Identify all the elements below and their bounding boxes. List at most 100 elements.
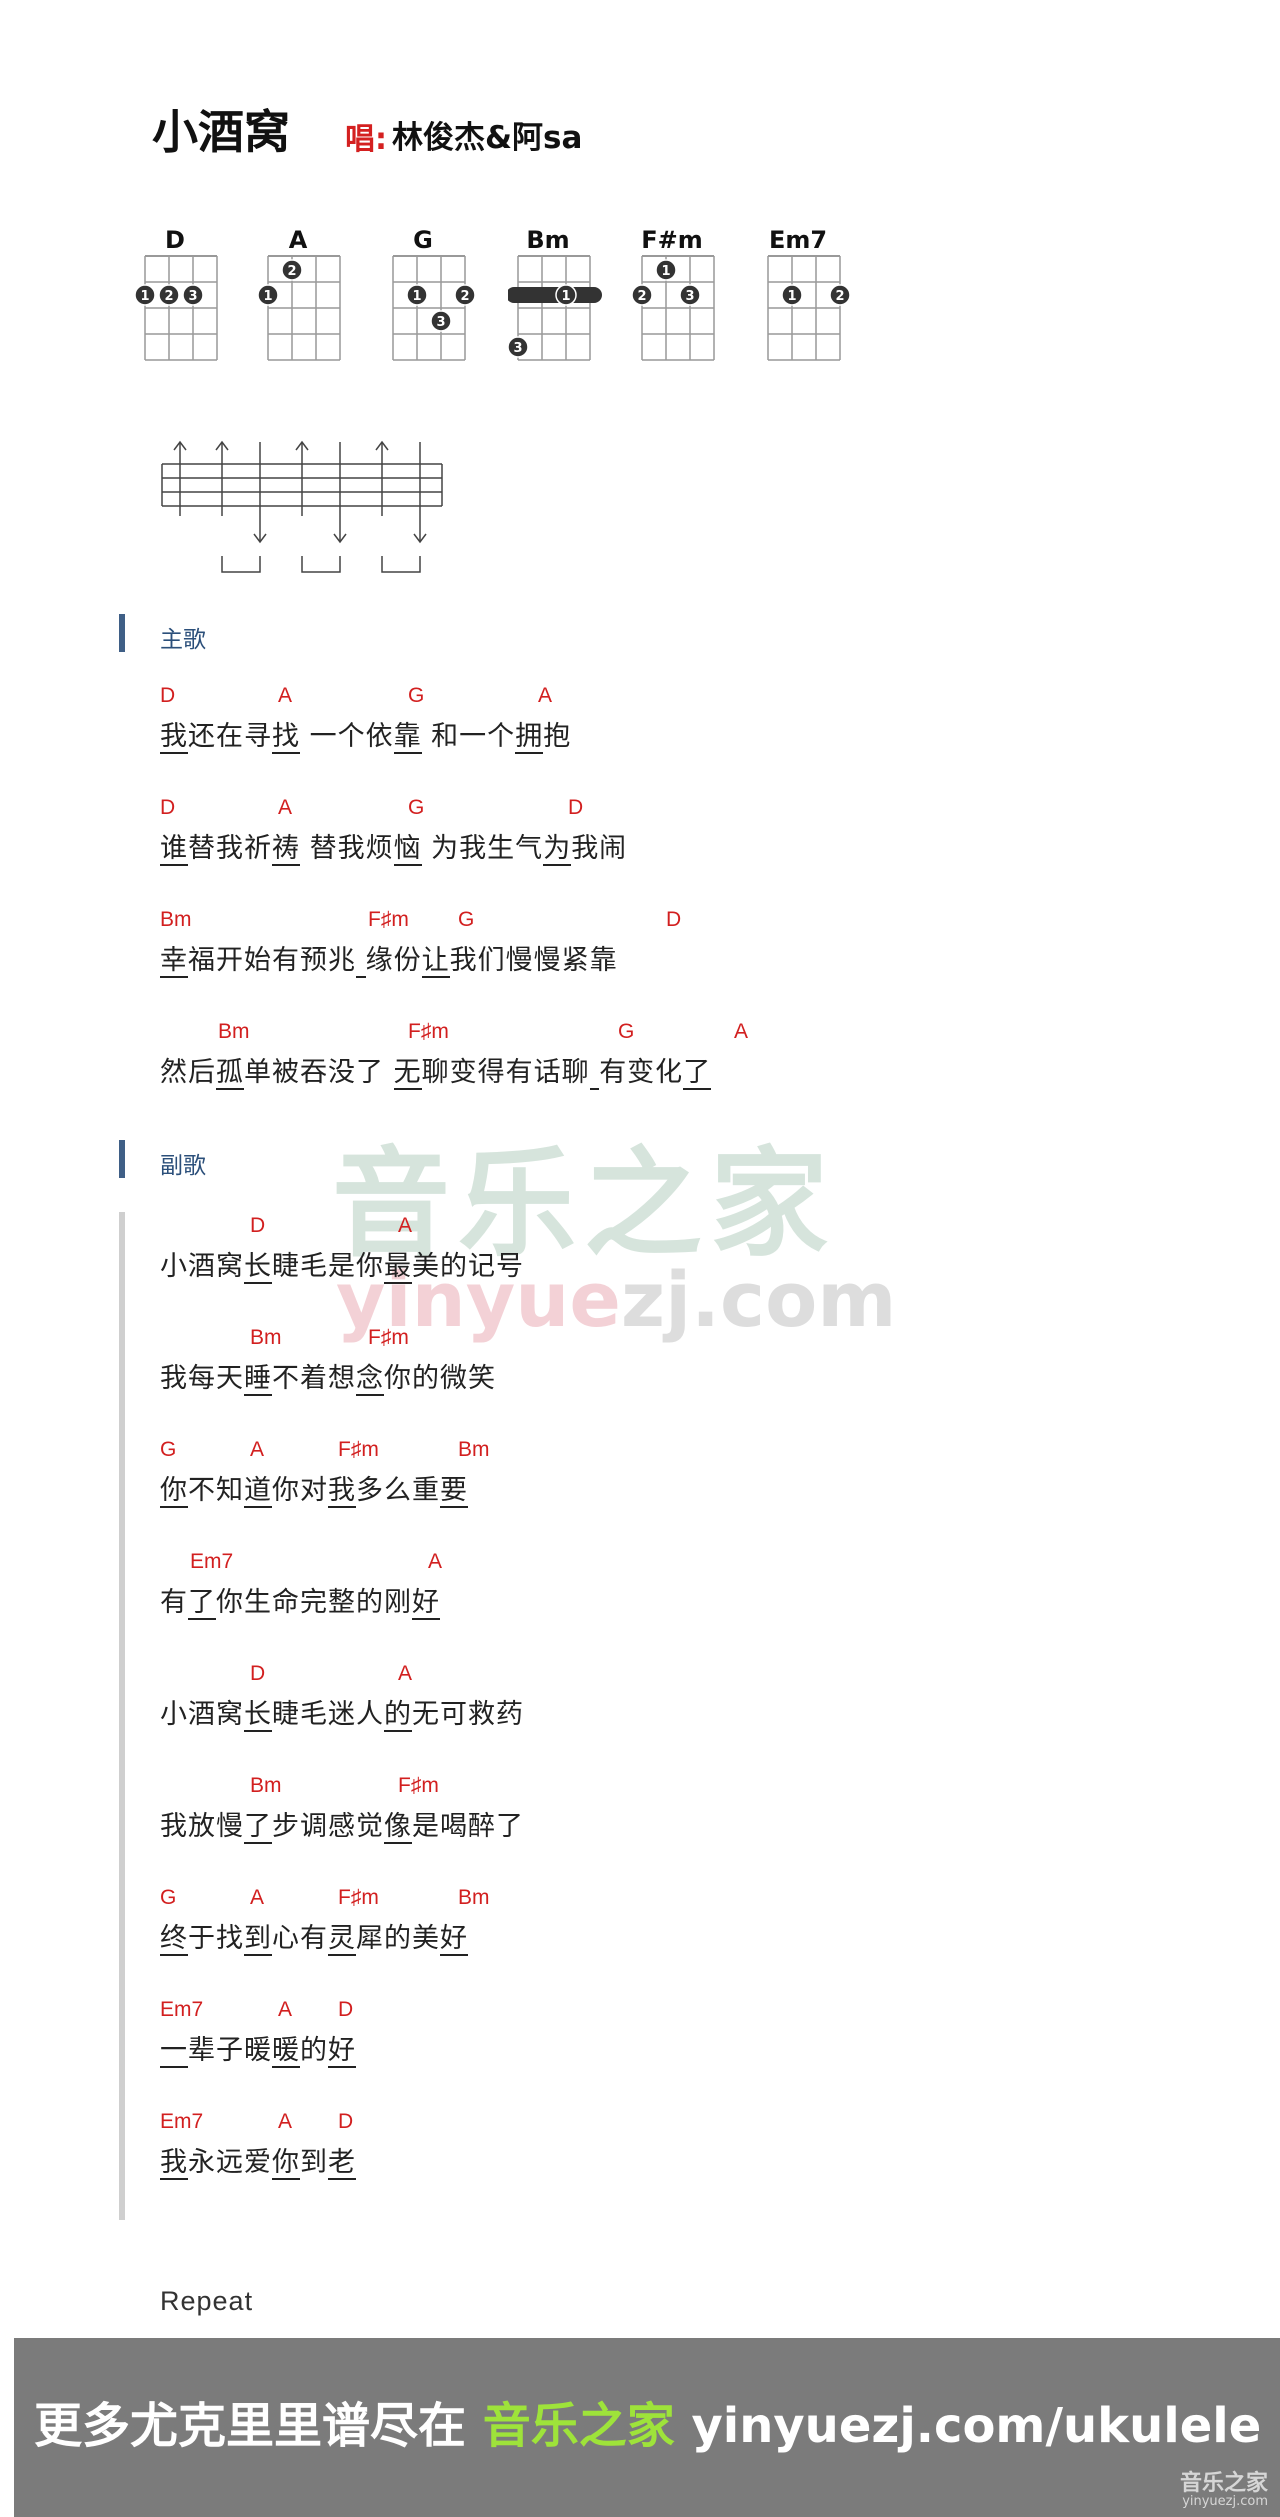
- chord-label: A: [278, 1998, 293, 2021]
- chord-label: Bm: [160, 908, 192, 931]
- chord-diagram-grid: 12: [258, 255, 341, 361]
- chord-label: F♯m: [408, 1020, 449, 1043]
- chord-label: A: [278, 796, 293, 819]
- lyric-line: 小酒窝长睫毛迷人的无可救药: [160, 1699, 524, 1732]
- lyric-line: 我放慢了步调感觉像是喝醉了: [160, 1811, 524, 1844]
- lyric-line: 我还在寻找 一个依靠 和一个拥抱: [160, 721, 572, 754]
- chord-diagram-name: A: [288, 226, 308, 254]
- chord-label: D: [338, 1998, 354, 2021]
- lyric-line: 谁替我祈祷 替我烦恼 为我生气为我闹: [160, 833, 628, 866]
- finger-number: 1: [787, 289, 796, 304]
- chord-diagram-grid: 1 23: [392, 255, 476, 361]
- chord-label: F♯m: [338, 1438, 379, 1461]
- singer-names: 林俊杰&阿sa: [392, 120, 583, 156]
- lyric-line: 幸福开始有预兆 缘份让我们慢慢紧靠: [160, 945, 618, 978]
- watermark-url-part-b: zj.com: [620, 1255, 897, 1344]
- footer-text: 更多尤克里里谱尽在: [34, 2398, 483, 2454]
- finger-number: 2: [164, 289, 173, 304]
- lyric-line: 你不知道你对我多么重要: [160, 1475, 468, 1508]
- chord-label: D: [250, 1214, 266, 1237]
- chord-label: G: [618, 1020, 635, 1043]
- repeat-label: Repeat: [160, 2286, 254, 2316]
- singer-label: 唱:: [345, 122, 387, 157]
- chord-label: Em7: [190, 1550, 234, 1573]
- verse-section-label: 主歌: [160, 627, 206, 653]
- chord-label: F♯m: [368, 908, 409, 931]
- finger-number: 3: [436, 315, 445, 330]
- finger-number: 1: [140, 289, 149, 304]
- verse-section-marker: [119, 614, 125, 652]
- chord-label: G: [458, 908, 475, 931]
- chord-label: G: [408, 796, 425, 819]
- chord-label: F♯m: [338, 1886, 379, 1909]
- chord-label: D: [160, 684, 176, 707]
- barre-mark: [508, 287, 602, 303]
- chord-diagram-name: Bm: [526, 226, 570, 254]
- finger-number: 3: [685, 289, 694, 304]
- chord-diagram-grid: 123: [135, 255, 218, 361]
- chord-label: F♯m: [398, 1774, 439, 1797]
- chord-label: A: [734, 1020, 749, 1043]
- chord-label: G: [160, 1438, 177, 1461]
- finger-number: 1: [412, 289, 421, 304]
- chord-label: Bm: [250, 1326, 282, 1349]
- chord-label: G: [160, 1886, 177, 1909]
- chord-label: D: [250, 1662, 266, 1685]
- finger-number: 2: [835, 289, 844, 304]
- chord-label: F♯m: [368, 1326, 409, 1349]
- chord-label: Em7: [160, 1998, 204, 2021]
- chord-diagram-name: Em7: [768, 226, 828, 254]
- chord-label: D: [160, 796, 176, 819]
- chord-label: D: [568, 796, 584, 819]
- chord-label: A: [250, 1438, 265, 1461]
- chord-label: Bm: [458, 1886, 490, 1909]
- chord-label: A: [278, 2110, 293, 2133]
- footer-brand: 音乐之家: [482, 2398, 675, 2454]
- finger-number: 2: [287, 264, 296, 279]
- footer-banner: 更多尤克里里谱尽在 音乐之家 yinyuezj.com/ukulele 音乐之家…: [14, 2338, 1280, 2517]
- lyric-line: 我永远爱你到老: [160, 2147, 356, 2180]
- footer-url: yinyuezj.com/ukulele: [674, 2398, 1262, 2454]
- chorus-section-label: 副歌: [160, 1153, 206, 1179]
- chord-diagram-name: F#m: [641, 226, 703, 254]
- lyric-line: 终于找到心有灵犀的美好: [160, 1923, 468, 1956]
- lyric-line: 小酒窝长睫毛是你最美的记号: [160, 1251, 524, 1284]
- finger-number: 1: [263, 289, 272, 304]
- finger-number: 3: [513, 341, 522, 356]
- strum-pattern-diagram: [161, 440, 443, 573]
- chord-label: D: [338, 2110, 354, 2133]
- lyric-line: 一辈子暖暖的好: [160, 2035, 356, 2068]
- chord-label: A: [398, 1662, 413, 1685]
- chord-diagram-name: D: [165, 226, 185, 254]
- footer-promo-text: 更多尤克里里谱尽在 音乐之家 yinyuezj.com/ukulele: [34, 2386, 1261, 2456]
- song-title: 小酒窝: [152, 105, 290, 159]
- chorus-block-bar: [119, 1212, 125, 2220]
- chord-label: A: [538, 684, 553, 707]
- finger-number: 1: [661, 264, 670, 279]
- chord-label: Bm: [250, 1774, 282, 1797]
- footer-logo: 音乐之家 yinyuezj.com: [1180, 2473, 1268, 2509]
- chord-label: A: [278, 684, 293, 707]
- lyric-line: 有了你生命完整的刚好: [160, 1587, 440, 1620]
- chord-label: A: [398, 1214, 413, 1237]
- chord-label: A: [250, 1886, 265, 1909]
- lyric-line: 我每天睡不着想念你的微笑: [160, 1363, 496, 1396]
- chord-diagram-grid: 12: [767, 255, 851, 361]
- finger-number: 2: [460, 289, 469, 304]
- chord-label: Bm: [458, 1438, 490, 1461]
- chord-label: Em7: [160, 2110, 204, 2133]
- chord-diagram-grid: 12 3: [632, 255, 715, 361]
- chord-diagram-name: G: [413, 226, 433, 254]
- chord-label: G: [408, 684, 425, 707]
- chord-label: Bm: [218, 1020, 250, 1043]
- finger-number: 3: [188, 289, 197, 304]
- chord-label: D: [666, 908, 682, 931]
- finger-number: 1: [561, 289, 570, 304]
- lyric-line: 然后孤单被吞没了 无聊变得有话聊 有变化了: [160, 1057, 712, 1090]
- chorus-section-marker: [119, 1140, 125, 1178]
- finger-number: 2: [637, 289, 646, 304]
- chord-label: A: [428, 1550, 443, 1573]
- footer-logo-main: 音乐之家: [1179, 2471, 1268, 2496]
- footer-logo-sub: yinyuezj.com: [1182, 2494, 1268, 2509]
- chord-diagram-grid: 13: [508, 255, 602, 361]
